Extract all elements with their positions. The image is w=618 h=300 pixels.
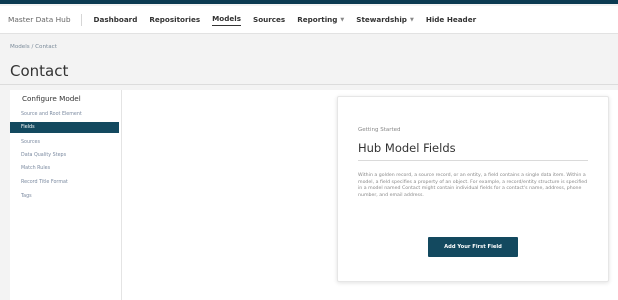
divider [358, 160, 588, 161]
nav-label: Stewardship [356, 14, 407, 24]
nav-item-repositories[interactable]: Repositories [149, 14, 200, 26]
nav-item-models[interactable]: Models [212, 13, 242, 26]
card-title: Hub Model Fields [358, 141, 456, 155]
sidebar-item-fields[interactable]: Fields [10, 122, 119, 133]
app-brand[interactable]: Master Data Hub [8, 13, 82, 26]
nav-item-reporting[interactable]: Reporting ▼ [297, 14, 344, 26]
sidebar-item-record-title-format[interactable]: Record Title Format [21, 180, 68, 185]
card-description: Within a golden record, a source record,… [358, 173, 588, 199]
nav-label: Hide Header [425, 14, 477, 24]
configure-model-sidebar: Configure Model Source and Root Element … [10, 90, 122, 300]
nav-label: Models [212, 14, 242, 23]
nav-label: Dashboard [93, 14, 138, 24]
card-eyebrow: Getting Started [358, 127, 401, 133]
sidebar-item-match-rules[interactable]: Match Rules [21, 166, 50, 171]
nav-label: Reporting [297, 14, 338, 24]
getting-started-card: Getting Started Hub Model Fields Within … [337, 96, 609, 282]
divider [0, 84, 618, 85]
nav-item-dashboard[interactable]: Dashboard [94, 14, 138, 26]
add-first-field-button[interactable]: Add Your First Field [428, 237, 518, 257]
top-accent-bar [0, 0, 618, 4]
nav-item-sources[interactable]: Sources [253, 14, 285, 26]
sidebar-item-data-quality-steps[interactable]: Data Quality Steps [21, 153, 66, 158]
chevron-down-icon: ▼ [409, 16, 414, 23]
breadcrumb[interactable]: Models / Contact [10, 44, 57, 50]
chevron-down-icon: ▼ [340, 16, 345, 23]
sidebar-heading: Configure Model [22, 94, 81, 103]
sidebar-item-sources[interactable]: Sources [21, 140, 40, 145]
nav-label: Repositories [149, 14, 201, 24]
nav-item-stewardship[interactable]: Stewardship ▼ [356, 14, 414, 26]
sidebar-item-source-and-root-element[interactable]: Source and Root Element [21, 112, 82, 117]
page-title: Contact [10, 62, 69, 80]
nav-label: Sources [253, 14, 286, 24]
nav-item-hide-header[interactable]: Hide Header [426, 14, 476, 26]
top-navigation: Master Data Hub Dashboard Repositories M… [0, 6, 618, 34]
sidebar-item-tags[interactable]: Tags [21, 194, 32, 199]
